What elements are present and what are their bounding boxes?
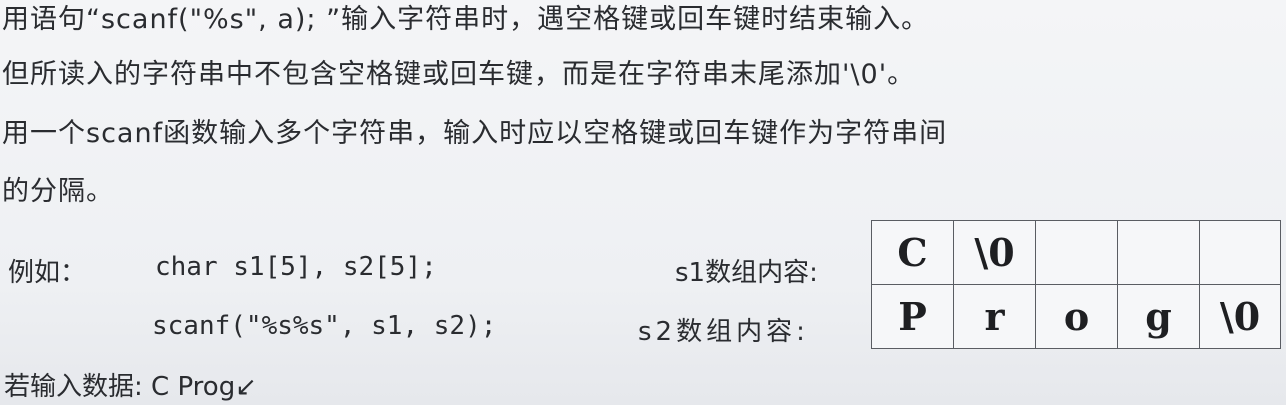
s1-array-label: s1数组内容: <box>675 258 818 288</box>
s2-array-label: s2数组内容: <box>638 317 809 347</box>
s1-cell-4 <box>1199 220 1281 285</box>
code-scanf-call: scanf("%s%s", s1, s2); <box>152 311 497 341</box>
s1-cell-0: C <box>871 220 954 285</box>
s2-cell-2: o <box>1035 284 1118 349</box>
text-line-2: 但所读入的字符串中不包含空格键或回车键，而是在字符串末尾添加'\0'。 <box>2 59 916 90</box>
array-contents-table: C \0 P r o g \0 <box>871 220 1281 349</box>
s2-array-row: P r o g \0 <box>871 284 1281 349</box>
s1-cell-2 <box>1035 220 1118 285</box>
text-line-1: 用语句“scanf("%s", a); ”输入字符串时，遇空格键或回车键时结束输… <box>2 4 930 35</box>
code-declaration: char s1[5], s2[5]; <box>155 252 437 282</box>
s1-array-row: C \0 <box>871 220 1281 285</box>
s1-cell-3 <box>1117 220 1200 285</box>
text-line-4: 的分隔。 <box>2 176 114 207</box>
s2-cell-0: P <box>871 284 954 349</box>
s2-cell-1: r <box>953 284 1036 349</box>
s2-cell-4: \0 <box>1199 284 1281 349</box>
s1-cell-1: \0 <box>953 220 1036 285</box>
text-line-3: 用一个scanf函数输入多个字符串，输入时应以空格键或回车键作为字符串间 <box>2 118 948 149</box>
s2-cell-3: g <box>1117 284 1200 349</box>
example-label: 例如： <box>8 258 87 288</box>
input-data-line: 若输入数据: C Prog↙ <box>4 372 257 402</box>
